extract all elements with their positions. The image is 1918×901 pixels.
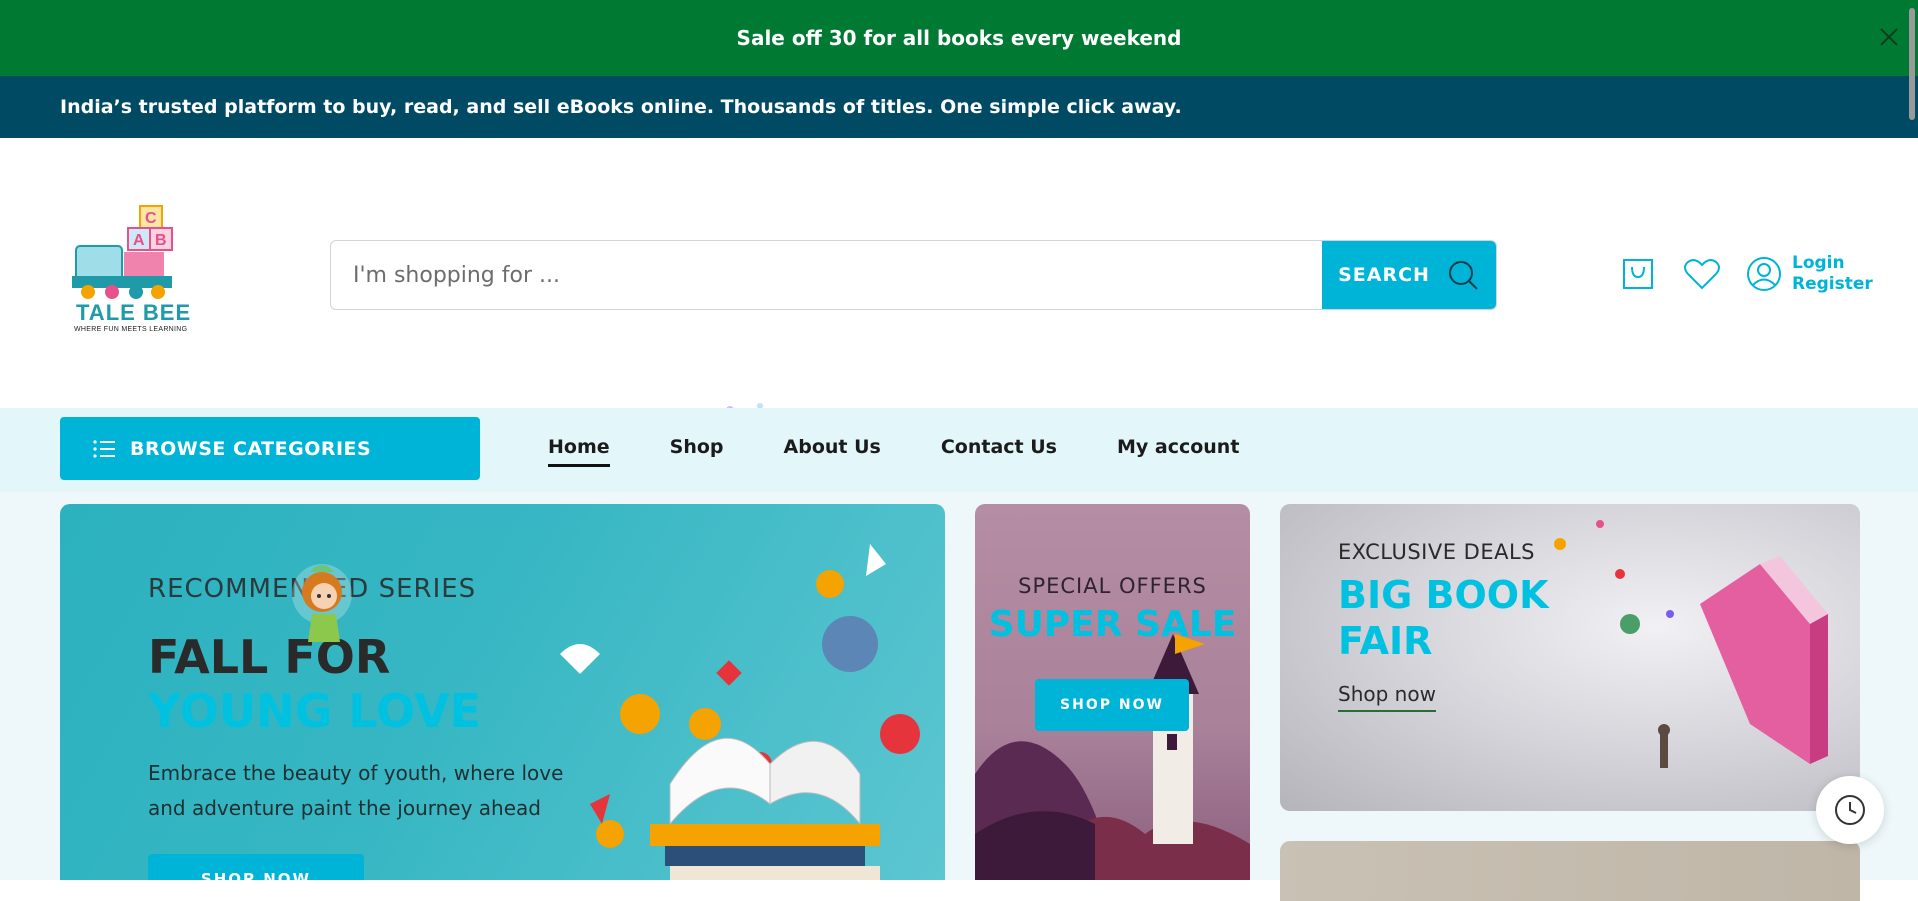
info-text: India’s trusted platform to buy, read, a… bbox=[60, 96, 1182, 118]
scrollbar[interactable] bbox=[1909, 8, 1915, 120]
logo[interactable]: C A B TALE BEE WHERE FUN MEETS LEARNING bbox=[70, 204, 200, 338]
nav-my-account[interactable]: My account bbox=[1117, 436, 1239, 467]
heart-icon[interactable] bbox=[1682, 254, 1722, 294]
main-menu: Home Shop About Us Contact Us My account bbox=[548, 436, 1299, 467]
super-sale-shop-now-button[interactable]: SHOP NOW bbox=[1035, 679, 1189, 731]
castle-illustration bbox=[975, 634, 1250, 880]
close-icon[interactable] bbox=[1874, 22, 1904, 52]
cart-icon[interactable] bbox=[1618, 254, 1658, 294]
nav-bar: BROWSE CATEGORIES Home Shop About Us Con… bbox=[0, 408, 1918, 492]
header-icons: Login Register bbox=[1618, 253, 1873, 295]
book-fair-banner[interactable]: EXCLUSIVE DEALS BIG BOOK FAIR Shop now bbox=[1280, 504, 1860, 811]
book-fair-shop-now-link[interactable]: Shop now bbox=[1338, 682, 1436, 712]
browse-categories-label: BROWSE CATEGORIES bbox=[130, 437, 372, 460]
account-menu: Login Register bbox=[1746, 253, 1873, 295]
search-button-label: SEARCH bbox=[1338, 264, 1430, 286]
secondary-banner[interactable] bbox=[1280, 841, 1860, 901]
hero-shop-now-button[interactable]: SHOP NOW bbox=[148, 854, 364, 880]
browse-categories-button[interactable]: BROWSE CATEGORIES bbox=[60, 417, 480, 480]
hero-banner[interactable]: RECOMMENDED SERIES FALL FOR YOUNG LOVE E… bbox=[60, 504, 945, 880]
svg-text:C: C bbox=[145, 210, 157, 227]
site-header: C A B TALE BEE WHERE FUN MEETS LEARNING bbox=[0, 138, 1918, 488]
fairy-mascot[interactable] bbox=[282, 554, 362, 664]
super-sale-eyebrow: SPECIAL OFFERS bbox=[1018, 574, 1207, 598]
search-button[interactable]: SEARCH bbox=[1322, 241, 1496, 309]
announcement-text: Sale off 30 for all books every weekend bbox=[736, 26, 1182, 50]
search-bar: SEARCH bbox=[330, 240, 1497, 310]
super-sale-banner[interactable]: SPECIAL OFFERS SUPER SALE SHOP NOW bbox=[975, 504, 1250, 880]
nav-home[interactable]: Home bbox=[548, 436, 610, 467]
info-bar: India’s trusted platform to buy, read, a… bbox=[0, 76, 1918, 138]
hero-title-line2: YOUNG LOVE bbox=[148, 684, 481, 738]
register-link[interactable]: Register bbox=[1792, 274, 1873, 295]
history-button[interactable] bbox=[1816, 776, 1884, 844]
hero-description: Embrace the beauty of youth, where love … bbox=[148, 761, 564, 820]
clock-icon bbox=[1835, 795, 1865, 825]
login-link[interactable]: Login bbox=[1792, 253, 1873, 274]
book-fair-eyebrow: EXCLUSIVE DEALS bbox=[1338, 540, 1535, 564]
super-sale-title: SUPER SALE bbox=[988, 604, 1237, 645]
books-illustration bbox=[560, 544, 920, 880]
search-input[interactable] bbox=[331, 241, 1322, 309]
logo-brand: TALE BEE bbox=[76, 300, 192, 325]
logo-tagline: WHERE FUN MEETS LEARNING bbox=[74, 326, 188, 333]
list-icon bbox=[93, 439, 115, 458]
book-fair-title: BIG BOOK FAIR bbox=[1338, 573, 1549, 663]
svg-text:B: B bbox=[155, 232, 167, 249]
svg-text:A: A bbox=[133, 232, 145, 249]
search-icon bbox=[1448, 261, 1478, 290]
user-icon[interactable] bbox=[1746, 256, 1782, 292]
nav-about-us[interactable]: About Us bbox=[784, 436, 881, 467]
announcement-bar: Sale off 30 for all books every weekend bbox=[0, 0, 1918, 76]
nav-shop[interactable]: Shop bbox=[670, 436, 724, 467]
nav-contact-us[interactable]: Contact Us bbox=[941, 436, 1057, 467]
